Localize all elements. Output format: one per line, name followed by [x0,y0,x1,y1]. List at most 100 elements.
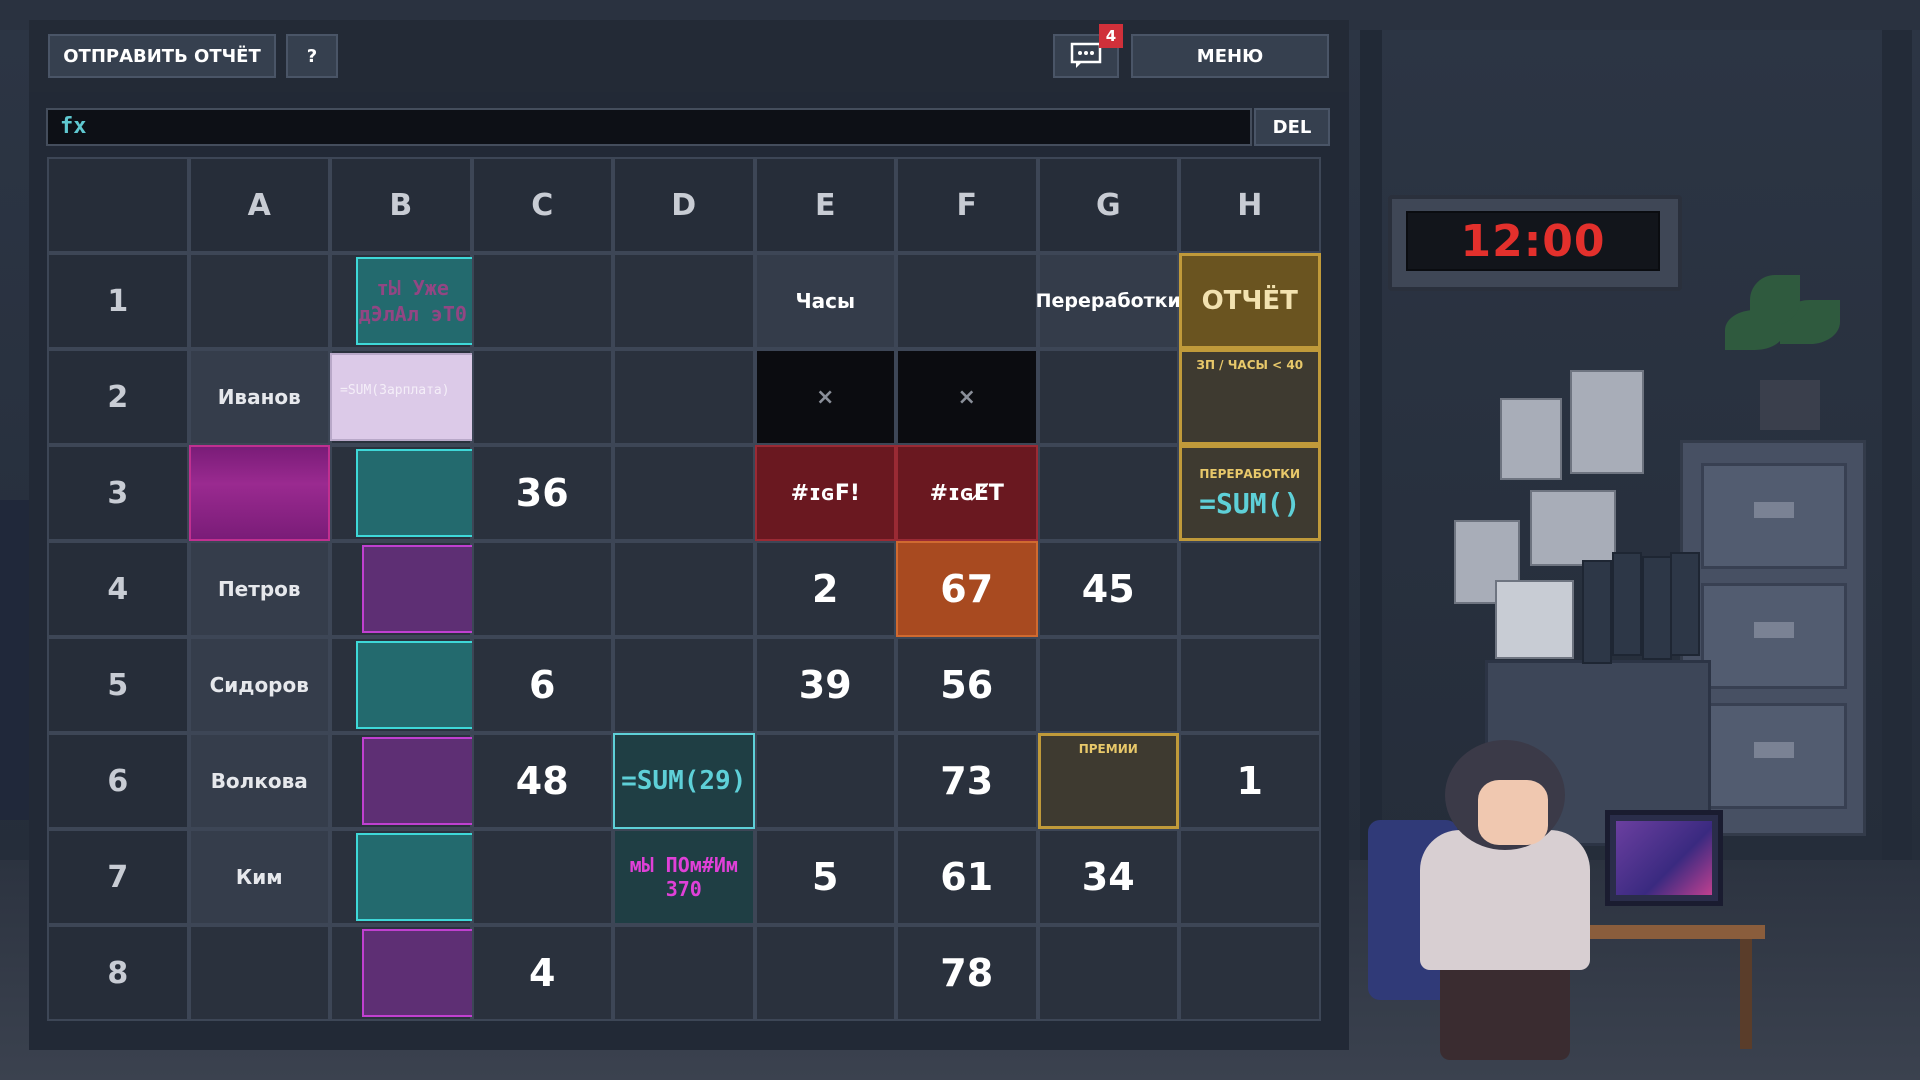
column-header-f[interactable]: F [896,157,1038,253]
cell-e5[interactable]: 39 [754,637,896,733]
cell-f5[interactable]: 56 [896,637,1038,733]
glitch-block [362,929,482,1017]
row-header-5[interactable]: 5 [47,637,189,733]
cell-b8[interactable] [330,925,482,1021]
cell-c5[interactable]: 6 [471,637,613,733]
bonus-cell[interactable]: ПРЕМИИ [1037,733,1179,829]
cell-h7[interactable] [1179,829,1321,925]
cell-b7[interactable] [330,829,482,925]
cell-f8[interactable]: 78 [896,925,1038,1021]
send-report-button[interactable]: ОТПРАВИТЬ ОТЧЁТ [48,34,276,78]
worker-body [1420,830,1590,970]
cell-d5[interactable] [613,637,755,733]
cell-a6[interactable]: Волкова [188,733,330,829]
cell-c1[interactable] [471,253,613,349]
cell-c8[interactable]: 4 [471,925,613,1021]
cell-f6[interactable]: 73 [896,733,1038,829]
column-header-h[interactable]: H [1179,157,1321,253]
cell-e2[interactable]: × [754,349,896,445]
cell-b1[interactable]: тЫ Уже дЭлАл эТ0 [330,253,482,349]
cell-b3[interactable] [330,445,482,541]
cell-a1[interactable] [188,253,330,349]
cell-c6[interactable]: 48 [471,733,613,829]
cell-c4[interactable] [471,541,613,637]
cell-a4[interactable]: Петров [188,541,330,637]
column-header-e[interactable]: E [754,157,896,253]
pinned-note [1570,370,1644,474]
cell-g5[interactable] [1037,637,1179,733]
help-button[interactable]: ? [286,34,338,78]
cell-a7[interactable]: Ким [188,829,330,925]
column-header-g[interactable]: G [1037,157,1179,253]
spreadsheet-grid: A B C D E F G H 1 тЫ Уже дЭлАл эТ0 Часы … [47,157,1321,1021]
row-header-2[interactable]: 2 [47,349,189,445]
cell-e1[interactable]: Часы [754,253,896,349]
glitch-block [356,449,482,537]
cell-b5[interactable] [330,637,482,733]
overtime-formula: =SUM() [1199,486,1301,520]
cell-e8[interactable] [754,925,896,1021]
column-header-c[interactable]: C [471,157,613,253]
cell-h4[interactable] [1179,541,1321,637]
cell-g2[interactable] [1037,349,1179,445]
cell-c7[interactable] [471,829,613,925]
cell-f2[interactable]: × [896,349,1038,445]
row-header-8[interactable]: 8 [47,925,189,1021]
cell-f3[interactable]: #ɪɢE̸T [896,445,1038,541]
cell-d4[interactable] [613,541,755,637]
worker-legs [1440,960,1570,1060]
cell-d3[interactable] [613,445,755,541]
cell-g3[interactable] [1037,445,1179,541]
wall-pillar [1360,30,1382,860]
cell-c2[interactable] [471,349,613,445]
computer-monitor [1605,810,1723,906]
row-header-4[interactable]: 4 [47,541,189,637]
menu-button[interactable]: МЕНЮ [1131,34,1329,78]
notification-badge: 4 [1099,24,1123,48]
cell-b2[interactable]: =SUM(Зарплата) [330,349,482,445]
cell-d6[interactable]: =SUM(29) [613,733,755,829]
cell-h6[interactable]: 1 [1179,733,1321,829]
cell-h8[interactable] [1179,925,1321,1021]
cell-g8[interactable] [1037,925,1179,1021]
delete-button[interactable]: DEL [1254,108,1330,146]
row-header-1[interactable]: 1 [47,253,189,349]
cell-a3[interactable] [188,445,330,541]
column-header-d[interactable]: D [613,157,755,253]
cell-e4[interactable]: 2 [754,541,896,637]
cell-c3[interactable]: 36 [471,445,613,541]
row-header-3[interactable]: 3 [47,445,189,541]
column-header-b[interactable]: B [330,157,472,253]
row-header-6[interactable]: 6 [47,733,189,829]
report-cell[interactable]: ОТЧЁТ [1179,253,1321,349]
cell-g4[interactable]: 45 [1037,541,1179,637]
cell-f4[interactable]: 67 [896,541,1038,637]
plant-leaf [1750,275,1800,325]
chat-button[interactable]: 4 [1053,24,1123,78]
cell-d7[interactable]: мЫ ПОм#Им 370 [613,829,755,925]
cell-f7[interactable]: 61 [896,829,1038,925]
cell-b4[interactable] [330,541,482,637]
cell-e6[interactable] [754,733,896,829]
report-rule-cell[interactable]: ЗП / ЧАСЫ < 40 [1179,349,1321,445]
cell-g7[interactable]: 34 [1037,829,1179,925]
desk-leg [1740,939,1752,1049]
top-toolbar: ОТПРАВИТЬ ОТЧЁТ ? 4 МЕНЮ [29,20,1349,92]
cell-d2[interactable] [613,349,755,445]
cell-b6[interactable] [330,733,482,829]
column-header-a[interactable]: A [188,157,330,253]
cell-e7[interactable]: 5 [754,829,896,925]
formula-input[interactable]: fx [46,108,1252,146]
row-header-7[interactable]: 7 [47,829,189,925]
cell-h5[interactable] [1179,637,1321,733]
overtime-sum-cell[interactable]: ПЕРЕРАБОТКИ =SUM() [1179,445,1321,541]
cell-d8[interactable] [613,925,755,1021]
cell-f1[interactable] [896,253,1038,349]
cell-g1[interactable]: Переработки [1036,253,1181,349]
cell-a2[interactable]: Иванов [188,349,330,445]
binder [1582,560,1612,664]
cell-e3[interactable]: #ɪɢF! [754,445,896,541]
cell-a5[interactable]: Сидоров [188,637,330,733]
cell-d1[interactable] [613,253,755,349]
cell-a8[interactable] [188,925,330,1021]
